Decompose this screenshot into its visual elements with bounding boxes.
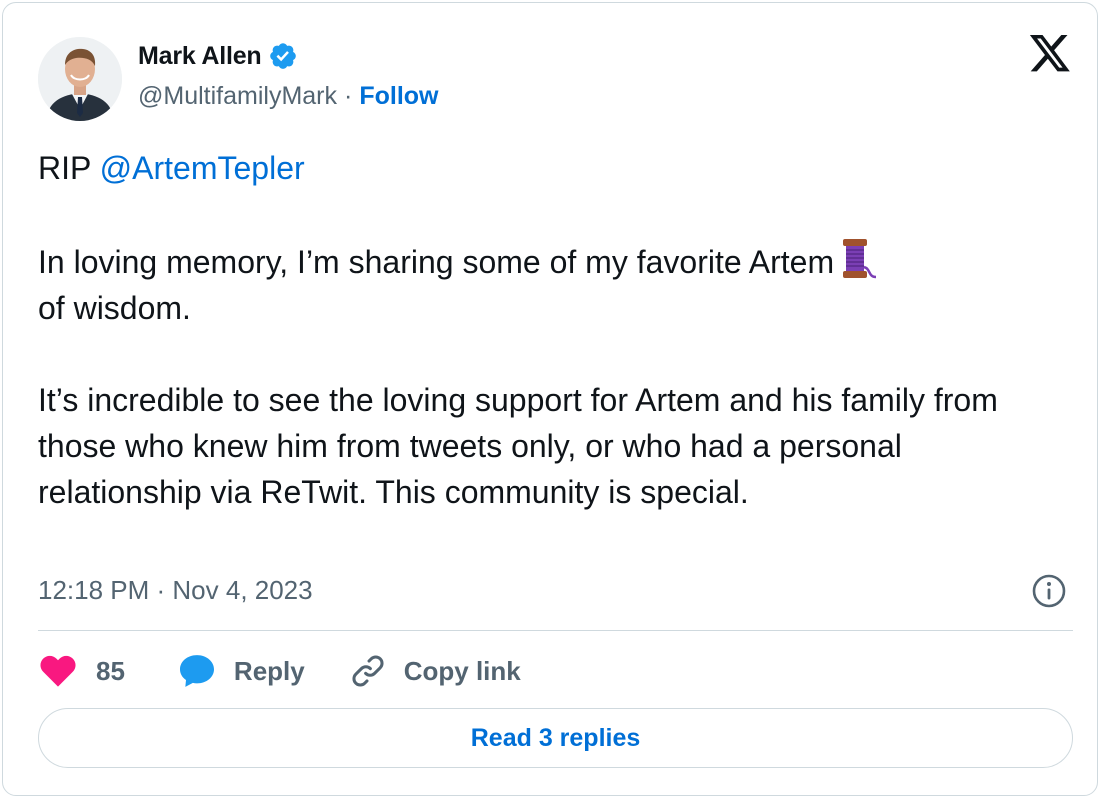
reply-label: Reply <box>233 655 305 686</box>
avatar-image <box>38 37 122 121</box>
divider <box>38 630 1073 631</box>
copy-link-label: Copy link <box>403 655 521 686</box>
like-count: 85 <box>96 655 125 686</box>
speech-bubble-icon <box>177 651 217 691</box>
link-icon <box>349 652 387 690</box>
tweet-actions: 85 Reply Copy link <box>38 647 521 695</box>
follow-button[interactable]: Follow <box>359 82 438 111</box>
author-name-row: Mark Allen <box>138 39 298 73</box>
heart-icon <box>38 651 78 691</box>
tweet-text: RIP @ArtemTepler In loving memory, I’m s… <box>38 145 1058 515</box>
like-button[interactable]: 85 <box>38 651 125 691</box>
avatar[interactable] <box>38 37 122 121</box>
x-logo-icon[interactable] <box>1028 35 1072 75</box>
tweet-paragraph-2-end: of wisdom. <box>38 290 191 326</box>
author-handle[interactable]: @MultifamilyMark <box>138 82 337 111</box>
read-replies-button[interactable]: Read 3 replies <box>38 708 1073 768</box>
tweet-prefix: RIP <box>38 150 100 186</box>
reply-button[interactable]: Reply <box>177 651 305 691</box>
tweet-paragraph-1: RIP @ArtemTepler <box>38 145 1058 191</box>
tweet-paragraph-2-start: In loving memory, I’m sharing some of my… <box>38 244 835 280</box>
separator-dot: · <box>344 81 353 110</box>
author-display-name[interactable]: Mark Allen <box>138 42 262 71</box>
tweet-paragraph-3: It’s incredible to see the loving suppor… <box>38 382 998 510</box>
tweet-paragraph-2: In loving memory, I’m sharing some of my… <box>38 237 1058 331</box>
info-icon[interactable] <box>1031 573 1067 609</box>
verified-badge-icon <box>268 41 298 71</box>
tweet-timestamp[interactable]: 12:18 PM · Nov 4, 2023 <box>38 571 313 609</box>
tweet-embed-card: Mark Allen @MultifamilyMark · Follow RIP… <box>2 2 1098 796</box>
spool-of-thread-icon <box>838 237 878 281</box>
mention-link[interactable]: @ArtemTepler <box>100 150 305 186</box>
author-handle-row: @MultifamilyMark · Follow <box>138 79 438 113</box>
copy-link-button[interactable]: Copy link <box>349 652 521 690</box>
